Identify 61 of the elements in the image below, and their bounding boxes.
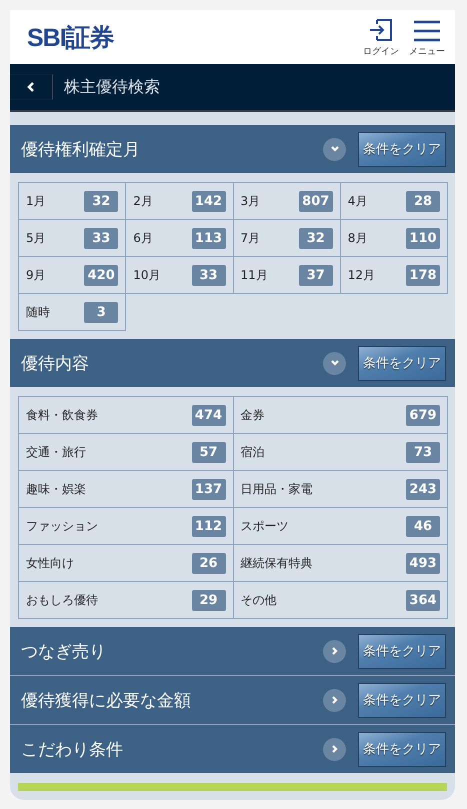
filter-option[interactable]: 1月 32 <box>18 182 126 220</box>
count-badge: 73 <box>406 442 440 462</box>
section-header[interactable]: つなぎ売り 条件をクリア <box>10 627 455 675</box>
count-badge: 33 <box>192 264 226 286</box>
count-badge: 178 <box>406 264 440 286</box>
count-badge: 364 <box>406 590 440 610</box>
count-badge: 420 <box>84 264 118 286</box>
count-badge: 493 <box>406 552 440 574</box>
section-header[interactable]: 優待内容 条件をクリア <box>10 339 455 387</box>
login-button[interactable]: ログイン <box>363 16 399 58</box>
logo[interactable]: SBI証券 <box>27 20 114 54</box>
filter-option[interactable]: 4月 28 <box>340 182 448 220</box>
clear-button[interactable]: 条件をクリア <box>358 346 446 380</box>
count-badge: 807 <box>298 190 333 212</box>
count-badge: 46 <box>406 516 440 536</box>
count-badge: 37 <box>298 264 333 286</box>
filter-option[interactable]: 12月 178 <box>340 256 448 294</box>
section-title: 優待内容 <box>21 352 90 374</box>
page-title: 株主優待検索 <box>64 76 160 98</box>
filter-option[interactable]: 金券 679 <box>232 396 448 434</box>
filter-option[interactable]: 食料・飲食券 474 <box>18 396 234 434</box>
back-button[interactable] <box>10 74 53 100</box>
filter-option[interactable]: 随時 3 <box>18 293 126 331</box>
chevron-down-icon[interactable] <box>323 138 346 160</box>
chevron-down-icon[interactable] <box>323 352 346 374</box>
chevron-right-icon[interactable] <box>323 738 346 760</box>
count-badge: 243 <box>406 478 440 500</box>
count-badge: 32 <box>84 190 118 212</box>
section-header[interactable]: 優待獲得に必要な金額 条件をクリア <box>10 675 455 724</box>
chevron-right-icon[interactable] <box>323 640 346 662</box>
section-title: こだわり条件 <box>21 738 124 760</box>
filter-option[interactable]: その他 364 <box>232 581 448 619</box>
clear-button[interactable]: 条件をクリア <box>358 132 446 166</box>
count-badge: 26 <box>192 552 226 574</box>
clear-button[interactable]: 条件をクリア <box>358 634 446 668</box>
count-badge: 474 <box>192 404 226 426</box>
menu-button[interactable]: メニュー <box>409 18 445 58</box>
filter-option[interactable]: おもしろ優待 29 <box>18 581 234 619</box>
login-icon <box>368 16 394 42</box>
back-icon <box>27 82 35 92</box>
clear-button[interactable]: 条件をクリア <box>358 732 446 766</box>
count-badge: 29 <box>192 590 226 610</box>
clear-button[interactable]: 条件をクリア <box>358 682 446 718</box>
chevron-right-icon[interactable] <box>323 688 346 712</box>
section-header[interactable]: 優待権利確定月 条件をクリア <box>10 125 455 173</box>
count-badge: 113 <box>192 228 226 248</box>
count-badge: 110 <box>406 228 440 248</box>
count-badge: 33 <box>84 228 118 248</box>
section-header[interactable]: こだわり条件 条件をクリア <box>10 724 455 773</box>
section-title: 優待獲得に必要な金額 <box>21 690 192 712</box>
count-badge: 32 <box>298 228 333 248</box>
menu-icon <box>414 18 440 42</box>
count-badge: 679 <box>406 404 440 426</box>
count-badge: 28 <box>406 190 440 212</box>
count-badge: 57 <box>192 442 226 462</box>
section-title: つなぎ売り <box>21 640 107 662</box>
count-badge: 137 <box>192 478 226 500</box>
section-title: 優待権利確定月 <box>21 138 141 160</box>
count-badge: 142 <box>192 190 226 212</box>
count-badge: 112 <box>192 516 226 536</box>
count-badge: 3 <box>84 302 118 322</box>
